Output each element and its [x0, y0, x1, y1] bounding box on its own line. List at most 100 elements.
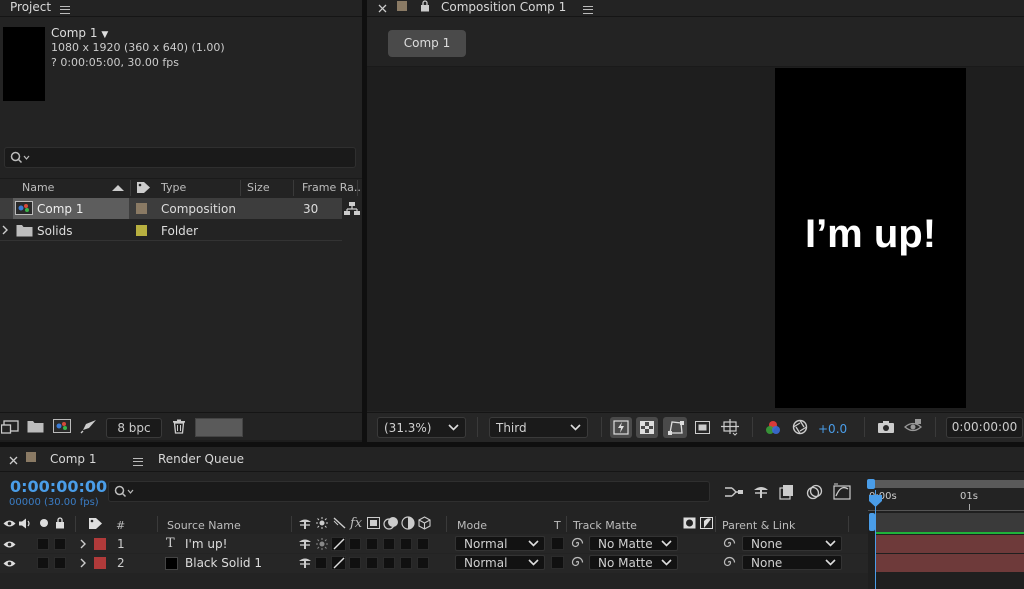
frame-blending-icon[interactable] [779, 484, 796, 500]
comp-dropdown-icon[interactable]: ▼ [101, 30, 108, 40]
trash-icon[interactable] [172, 419, 186, 434]
motion-blur-switch[interactable] [383, 538, 395, 550]
interpret-footage-icon[interactable] [1, 420, 19, 434]
parent-pick-whip-icon[interactable] [723, 537, 736, 550]
render-queue-tab[interactable]: Render Queue [158, 452, 244, 466]
col-effects[interactable]: fx [350, 516, 362, 531]
col-frame-rate[interactable]: Frame Ra... [302, 181, 364, 194]
shy-layers-icon[interactable] [752, 484, 770, 500]
expand-arrow-icon[interactable] [1, 225, 9, 235]
solo-icon[interactable] [40, 519, 48, 527]
sort-up-icon[interactable] [111, 184, 125, 192]
shy-switch-icon[interactable] [298, 517, 312, 530]
motion-blur-switch-icon[interactable] [383, 516, 399, 530]
playhead-marker[interactable] [869, 495, 882, 507]
parent-pick-whip-icon[interactable] [723, 556, 736, 569]
project-menu-icon[interactable] [60, 6, 70, 14]
preserve-transparency-switch[interactable] [551, 537, 564, 550]
pick-whip-icon[interactable] [571, 556, 584, 569]
lock-icon[interactable] [55, 517, 65, 529]
frame-blend-switch[interactable] [366, 557, 378, 569]
layer-label-color[interactable] [94, 538, 106, 550]
current-time-display[interactable]: 0:00:00:00 [10, 477, 107, 496]
layer-row[interactable] [0, 554, 868, 573]
project-color-swatch[interactable] [195, 418, 243, 437]
collapse-switch[interactable] [315, 557, 327, 569]
quality-icon[interactable] [333, 517, 346, 529]
composition-flowchart-icon[interactable] [724, 485, 744, 499]
col-source-name[interactable]: Source Name [167, 519, 241, 532]
shy-switch-icon[interactable] [298, 556, 312, 569]
layer-source-name[interactable]: I'm up! [185, 537, 227, 551]
label-tag-icon[interactable] [88, 517, 104, 530]
viewer-menu-icon[interactable] [582, 6, 593, 14]
col-track-matte[interactable]: Track Matte [573, 519, 637, 532]
blend-mode-dropdown[interactable]: Normal [455, 536, 545, 551]
parent-dropdown[interactable]: None [742, 555, 842, 570]
viewer-tab-title[interactable]: Composition Comp 1 [441, 0, 566, 14]
lock-switch[interactable] [54, 557, 66, 569]
layer-duration-bar[interactable] [876, 554, 1024, 572]
pick-whip-icon[interactable] [571, 537, 584, 550]
3d-switch[interactable] [417, 538, 429, 550]
col-mode[interactable]: Mode [457, 519, 487, 532]
track-matte-dropdown[interactable]: No Matte [589, 536, 678, 551]
snapshot-camera-icon[interactable] [877, 420, 895, 434]
adjustment-switch[interactable] [400, 557, 412, 569]
project-search-input[interactable] [4, 147, 356, 168]
col-size[interactable]: Size [247, 181, 270, 194]
col-name[interactable]: Name [22, 181, 54, 194]
3d-switch[interactable] [417, 557, 429, 569]
exposure-value[interactable]: +0.0 [818, 422, 847, 436]
adjustment-layer-icon[interactable] [401, 516, 415, 530]
label-tag-icon[interactable] [136, 181, 152, 194]
comp-breadcrumb-button[interactable]: Comp 1 [388, 30, 466, 57]
shy-switch-icon[interactable] [298, 537, 312, 550]
lock-switch[interactable] [54, 538, 66, 550]
lock-icon[interactable] [420, 0, 430, 12]
grid-dropdown[interactable]: Third [489, 417, 588, 438]
eye-icon[interactable] [3, 519, 16, 528]
close-tab-icon[interactable] [9, 456, 18, 465]
layer-duration-bar[interactable] [876, 535, 1024, 553]
region-of-interest-icon[interactable] [695, 421, 710, 434]
zoom-dropdown[interactable]: (31.3%) [377, 417, 466, 438]
col-type[interactable]: Type [161, 181, 186, 194]
3d-layer-icon[interactable] [418, 516, 431, 530]
layer-source-name[interactable]: Black Solid 1 [185, 556, 262, 570]
dependencies-rocket-icon[interactable] [80, 419, 97, 434]
bpc-button[interactable]: 8 bpc [106, 418, 162, 438]
work-area-bar[interactable] [870, 480, 1024, 488]
frame-blend-switch-icon[interactable] [367, 517, 380, 529]
col-layer-number[interactable]: # [116, 519, 125, 532]
guides-icon[interactable] [721, 419, 739, 436]
effects-switch[interactable] [349, 538, 361, 550]
new-folder-icon[interactable] [27, 420, 44, 433]
close-tab-icon[interactable] [378, 4, 387, 13]
project-panel-title[interactable]: Project [10, 0, 51, 14]
effects-switch[interactable] [349, 557, 361, 569]
col-parent-link[interactable]: Parent & Link [722, 519, 795, 532]
motion-blur-icon[interactable] [806, 484, 824, 500]
col-trackmatte-t[interactable]: T [554, 519, 561, 532]
work-area-start[interactable] [867, 479, 875, 489]
eye-icon[interactable] [3, 559, 16, 568]
adjustment-switch[interactable] [400, 538, 412, 550]
solo-switch[interactable] [37, 557, 49, 569]
motion-blur-switch[interactable] [383, 557, 395, 569]
layer-row[interactable] [0, 534, 868, 553]
blend-mode-dropdown[interactable]: Normal [455, 555, 545, 570]
project-comp-name[interactable]: Comp 1 ▼ [51, 26, 108, 40]
color-channels-icon[interactable] [765, 420, 781, 435]
parent-dropdown[interactable]: None [742, 536, 842, 551]
new-composition-icon[interactable] [53, 419, 71, 433]
viewer-timecode[interactable]: 0:00:00:00 [946, 417, 1023, 438]
timeline-menu-icon[interactable] [132, 458, 143, 466]
matte-luma-icon[interactable] [700, 517, 713, 529]
graph-editor-icon[interactable] [833, 483, 852, 500]
expand-arrow-icon[interactable] [79, 558, 87, 568]
show-snapshot-icon[interactable] [904, 418, 922, 434]
flowchart-icon[interactable] [344, 201, 360, 216]
track-matte-dropdown[interactable]: No Matte [589, 555, 678, 570]
collapse-sun-icon[interactable] [316, 517, 328, 529]
